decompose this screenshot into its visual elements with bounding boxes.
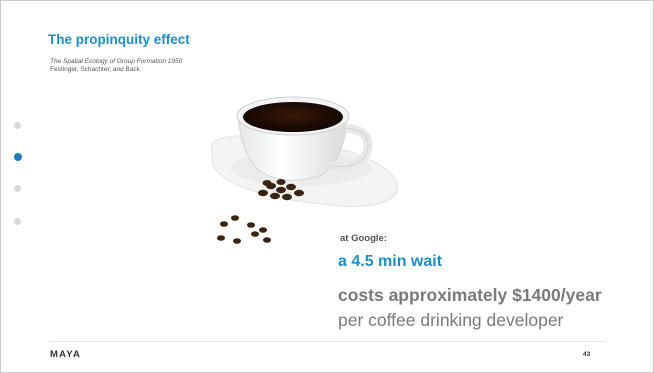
stat-label: at Google: bbox=[340, 233, 387, 244]
stat-cost: costs approximately $1400/year bbox=[338, 285, 602, 305]
nav-dot-3[interactable] bbox=[14, 185, 21, 192]
reference: The Spatial Ecology of Group Formation 1… bbox=[50, 58, 182, 73]
slide-title: The propinquity effect bbox=[48, 32, 190, 47]
stat-highlight: a 4.5 min wait bbox=[338, 253, 443, 270]
nav-dot-1[interactable] bbox=[14, 122, 21, 129]
cup bbox=[236, 96, 373, 181]
maya-logo: MAYA bbox=[50, 349, 82, 360]
stat-per: per coffee drinking developer bbox=[338, 310, 564, 330]
reference-authors: Festinger, Schachter, and Back bbox=[50, 65, 140, 73]
footer-divider bbox=[49, 341, 605, 342]
reference-title: The Spatial Ecology of Group Formation 1… bbox=[50, 58, 183, 65]
nav-dot-2[interactable] bbox=[13, 153, 22, 161]
page-number: 43 bbox=[583, 351, 591, 358]
nav-dot-4[interactable] bbox=[14, 218, 21, 225]
slide: The propinquity effect The Spatial Ecolo… bbox=[0, 0, 654, 373]
